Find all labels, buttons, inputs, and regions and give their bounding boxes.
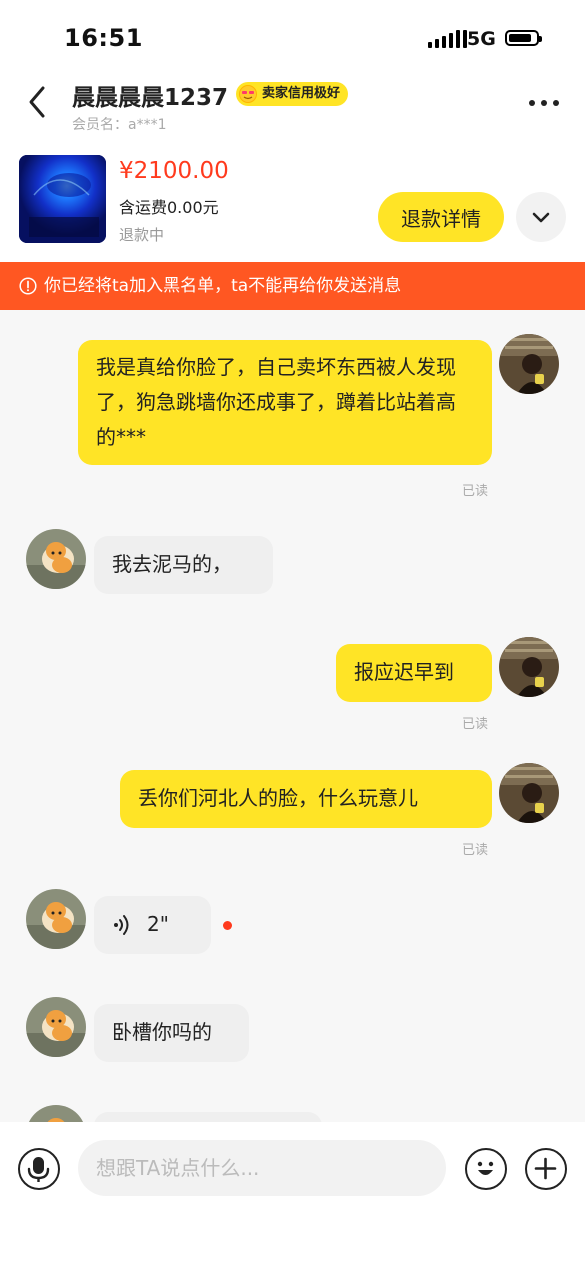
chevron-down-icon [532,212,550,223]
message-list[interactable]: 我是真给你脸了，自己卖坏东西被人发现了，狗急跳墙你还成事了，蹲着比站着高的***… [0,310,585,1122]
blacklist-message: 你已经将ta加入黑名单，ta不能再给你发送消息 [44,276,402,296]
microphone-icon [27,1157,50,1182]
plus-icon [534,1157,557,1180]
seller-avatar[interactable] [26,1105,86,1122]
voice-duration: 2" [147,912,169,936]
credit-badge: 卖家信用极好 [236,82,349,106]
back-button[interactable] [22,82,58,122]
member-id: 会员名：a***1 [72,117,167,133]
product-image[interactable] [19,155,106,243]
message-bubble-sent[interactable]: 我是真给你脸了，自己卖坏东西被人发现了，狗急跳墙你还成事了，蹲着比站着高的*** [78,340,492,465]
refund-details-button[interactable]: 退款详情 [378,192,504,242]
seller-avatar[interactable] [26,529,86,589]
input-bar [0,1122,585,1266]
voice-input-button[interactable] [18,1148,60,1190]
emoji-button[interactable] [465,1148,507,1190]
my-avatar[interactable] [499,637,559,697]
battery-icon [505,30,542,46]
order-card[interactable]: ¥2100.00 含运费0.00元 退款中 退款详情 [0,144,585,262]
expand-order-button[interactable] [516,192,566,242]
my-avatar[interactable] [499,334,559,394]
message-bubble-received[interactable]: 我去泥马的， [94,536,273,594]
credit-badge-label: 卖家信用极好 [262,86,341,101]
network-label: 5G [467,28,496,50]
read-receipt: 已读 [462,717,489,732]
more-options-icon[interactable] [529,100,559,106]
read-receipt: 已读 [462,484,489,499]
chat-header: 晨晨晨晨1237 卖家信用极好 会员名：a***1 [0,72,585,144]
message-bubble-sent[interactable]: 丢你们河北人的脸，什么玩意儿 [120,770,492,828]
message-input[interactable] [78,1140,446,1196]
message-bubble-received[interactable] [94,1112,322,1122]
chevron-left-icon [29,86,45,118]
message-bubble-sent[interactable]: 报应迟早到 [336,644,492,702]
warning-circle-icon [19,277,37,295]
add-attachment-button[interactable] [525,1148,567,1190]
shipping-fee: 含运费0.00元 [119,198,219,217]
seller-avatar[interactable] [26,997,86,1057]
voice-wave-icon [114,915,129,935]
my-avatar[interactable] [499,763,559,823]
seller-avatar[interactable] [26,889,86,949]
seller-name[interactable]: 晨晨晨晨1237 [72,78,228,112]
order-status: 退款中 [119,226,165,244]
order-price: ¥2100.00 [119,158,229,184]
signal-icon [428,30,467,48]
status-time: 16:51 [64,24,143,52]
voice-message-bubble[interactable]: 2" [94,896,211,954]
unplayed-dot [223,921,232,930]
smiley-icon [477,1161,494,1175]
message-bubble-received[interactable]: 卧槽你吗的 [94,1004,249,1062]
sunglasses-emoji-icon [239,85,257,103]
blacklist-banner: 你已经将ta加入黑名单，ta不能再给你发送消息 [0,262,585,310]
read-receipt: 已读 [462,843,489,858]
status-bar: 16:51 5G [0,0,585,72]
